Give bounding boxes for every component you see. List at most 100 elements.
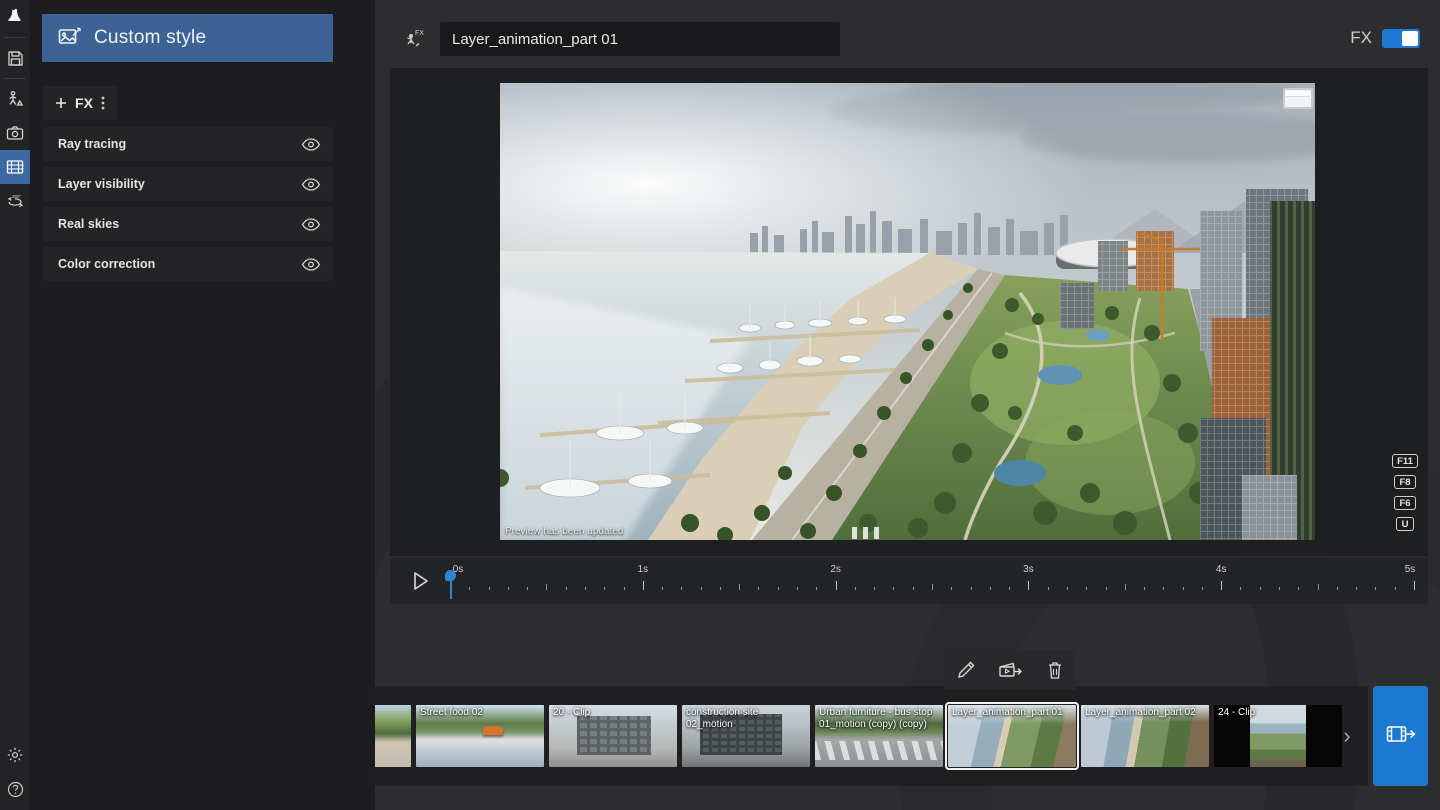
- svg-text:360°: 360°: [12, 194, 22, 199]
- timeline-tick: [1298, 587, 1299, 590]
- timeline-tick: [546, 584, 547, 590]
- timeline-tick: [1395, 587, 1396, 590]
- effect-row[interactable]: Layer visibility: [42, 167, 333, 201]
- kebab-menu-icon[interactable]: [101, 96, 105, 110]
- timeline-tick: [1356, 587, 1357, 590]
- timeline-tick: [797, 587, 798, 590]
- play-button[interactable]: [406, 567, 434, 595]
- clip-label: Layer_animation_part 01: [948, 705, 1076, 721]
- add-fx-label: FX: [75, 95, 93, 111]
- timeline-tick: [1260, 587, 1261, 590]
- clip-label: Layer_animation_part 02: [1081, 705, 1209, 721]
- timeline-tick-label: 1s: [638, 564, 649, 575]
- hotkey-badge: F6: [1394, 496, 1415, 510]
- timeline-tick: [855, 587, 856, 590]
- screenshot-frame-button[interactable]: [1283, 88, 1313, 109]
- fx-toggle-label: FX: [1350, 28, 1372, 48]
- rail-divider: [4, 37, 26, 38]
- eye-icon[interactable]: [301, 258, 321, 271]
- clip-item[interactable]: 20 - Clip: [549, 705, 677, 767]
- hotkey-badge: U: [1396, 517, 1414, 531]
- eye-icon[interactable]: [301, 218, 321, 231]
- rail-divider: [4, 78, 26, 79]
- rail-panorama-360-icon[interactable]: 360°: [0, 184, 30, 218]
- rail-settings-gear-icon[interactable]: [0, 738, 30, 772]
- clip-item[interactable]: 24 - Clip: [1214, 705, 1342, 767]
- timeline-tick: [1067, 587, 1068, 590]
- timeline-tick: [566, 587, 567, 590]
- timeline-tick: [681, 587, 682, 590]
- rail-bottom: [0, 738, 30, 806]
- clip-label: 24 - Clip: [1214, 705, 1342, 721]
- timeline-tick: [1125, 584, 1126, 590]
- clip-item[interactable]: Urban furniture - bus stop 01_motion (co…: [815, 705, 943, 767]
- clip-item[interactable]: Layer_animation_part 01: [948, 705, 1076, 767]
- clip-label: Street food 02: [416, 705, 544, 721]
- timeline-tick: [469, 587, 470, 590]
- timeline-tick-label: 4s: [1216, 564, 1227, 575]
- timeline-tick-label: 2s: [830, 564, 841, 575]
- custom-style-header[interactable]: Custom style: [42, 14, 333, 62]
- clip-name-input[interactable]: [440, 22, 840, 56]
- timeline-tick: [1183, 587, 1184, 590]
- effect-row[interactable]: Color correction: [42, 247, 333, 281]
- effect-label: Ray tracing: [58, 137, 126, 151]
- timeline-ruler[interactable]: 0s1s2s3s4s5s: [450, 558, 1420, 604]
- clip-item[interactable]: Layer_animation_part 02: [1081, 705, 1209, 767]
- timeline-tick: [1221, 581, 1222, 590]
- timeline-tick-label: 3s: [1023, 564, 1034, 575]
- timeline-tick: [874, 587, 875, 590]
- hotkey-badge: F8: [1394, 475, 1415, 489]
- clip-item[interactable]: construction site 02_motion: [682, 705, 810, 767]
- timeline-tick: [739, 584, 740, 590]
- preview-toast: Preview has been updated: [505, 526, 623, 537]
- eye-icon[interactable]: [301, 138, 321, 151]
- eye-icon[interactable]: [301, 178, 321, 191]
- rail-save-icon[interactable]: [0, 41, 30, 75]
- rail-photo-camera-icon[interactable]: [0, 116, 30, 150]
- timeline-tick: [1009, 587, 1010, 590]
- timeline-tick: [489, 587, 490, 590]
- render-movie-button[interactable]: [1373, 686, 1428, 786]
- timeline-playhead[interactable]: [445, 570, 456, 600]
- effect-row[interactable]: Real skies: [42, 207, 333, 241]
- preview-viewport[interactable]: Preview has been updated: [390, 68, 1428, 556]
- timeline-tick: [585, 587, 586, 590]
- svg-text:FX: FX: [415, 30, 424, 37]
- edit-pencil-icon[interactable]: [956, 660, 976, 680]
- timeline-tick: [971, 587, 972, 590]
- timeline-tick: [951, 587, 952, 590]
- toggle-knob: [1402, 31, 1418, 46]
- fx-toggle-switch[interactable]: [1382, 29, 1420, 48]
- timeline-tick: [1414, 581, 1415, 590]
- custom-style-icon: [58, 27, 82, 49]
- clip-label: construction site 02_motion: [682, 705, 810, 733]
- delete-trash-icon[interactable]: [1046, 660, 1064, 680]
- clip-export-icon[interactable]: [998, 660, 1024, 680]
- shortcut-key-hints: F11 F8 F6 U: [1390, 454, 1420, 531]
- timeline-tick: [1337, 587, 1338, 590]
- timeline-tick: [662, 587, 663, 590]
- clip-item[interactable]: Street food 02: [416, 705, 544, 767]
- timeline-tick: [1318, 584, 1319, 590]
- timeline-tick: [816, 587, 817, 590]
- rail-objects-person-icon[interactable]: [0, 82, 30, 116]
- clip-label: 20 - Clip: [549, 705, 677, 721]
- timeline-tick: [720, 587, 721, 590]
- timeline-tick: [1375, 587, 1376, 590]
- hotkey-badge: F11: [1392, 454, 1418, 468]
- effects-list: Ray tracing Layer visibility Real skies Col…: [42, 127, 333, 281]
- nav-rail: 360°: [0, 0, 30, 810]
- rail-movie-filmstrip-icon[interactable]: [0, 150, 30, 184]
- scroll-right-chevron[interactable]: ›: [1330, 686, 1364, 786]
- timeline-tick: [624, 587, 625, 590]
- effect-row[interactable]: Ray tracing: [42, 127, 333, 161]
- timeline-tick: [643, 581, 644, 590]
- rail-app-logo-icon[interactable]: [0, 0, 30, 34]
- add-fx-button[interactable]: FX: [42, 86, 118, 120]
- clip-edit-toolbar: [945, 650, 1075, 690]
- timeline-tick: [778, 587, 779, 590]
- timeline-tick: [932, 584, 933, 590]
- timeline-tick: [1144, 587, 1145, 590]
- rail-help-icon[interactable]: [0, 772, 30, 806]
